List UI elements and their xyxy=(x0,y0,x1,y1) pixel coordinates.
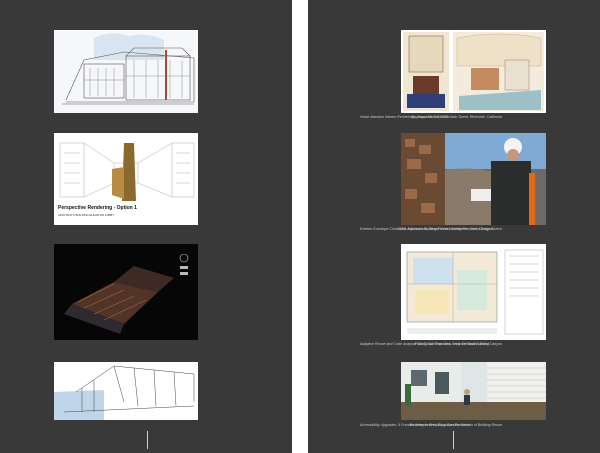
caption-8: Accessibility Upgrades, 6 Funston Avenue… xyxy=(360,423,471,427)
code-analysis-plan-image[interactable] xyxy=(401,244,546,340)
right-page-marker xyxy=(453,431,454,449)
rendering-subtitle: ADJUTANT'S BUILDING ELEVATOR LOBBY xyxy=(58,213,115,217)
floor-plan-drawing xyxy=(401,244,546,340)
left-page-marker xyxy=(147,431,148,449)
perspective-rendering-image[interactable]: Perspective Rendering - Option 1 ADJUTAN… xyxy=(54,133,198,225)
accessibility-upgrades-photo[interactable] xyxy=(401,362,546,420)
point-cloud-image[interactable] xyxy=(54,244,198,340)
house-ramp-photo xyxy=(401,362,546,420)
watchtower-photo xyxy=(401,133,546,225)
section-diagram xyxy=(54,362,198,420)
caption-6: Exterior Envelope Conditions Assessment,… xyxy=(360,227,494,231)
caption-5: Hoste Mansion Interior Renderings, Haywa… xyxy=(360,115,449,119)
mansion-interior-renderings-image[interactable] xyxy=(401,30,546,113)
page-gutter xyxy=(292,0,308,453)
interior-renderings xyxy=(401,30,546,113)
street-sketch-drawing xyxy=(54,30,198,113)
diagrammatic-section-image[interactable] xyxy=(54,362,198,420)
rendering-title: Perspective Rendering - Option 1 xyxy=(58,205,137,211)
watchtower-assessment-photo[interactable] xyxy=(401,133,546,225)
sketch-main-street-image[interactable] xyxy=(54,30,198,113)
caption-7: Adaptive Reuse and Code Analysis Study, … xyxy=(360,342,489,346)
lobby-perspective-drawing xyxy=(54,133,198,225)
point-cloud-render xyxy=(54,244,198,340)
